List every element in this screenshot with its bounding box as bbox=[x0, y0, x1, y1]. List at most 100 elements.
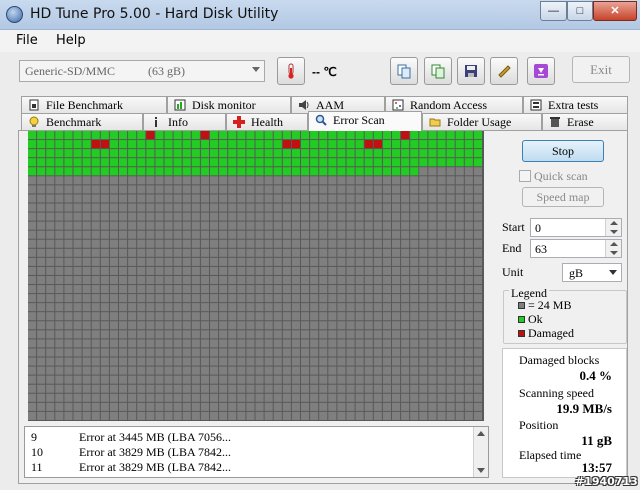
scan-block bbox=[291, 321, 300, 330]
down-arrow-icon[interactable] bbox=[610, 251, 618, 255]
tab-file-benchmark[interactable]: File Benchmark bbox=[21, 96, 167, 114]
scan-block bbox=[64, 158, 73, 167]
stepper-buttons[interactable] bbox=[605, 219, 621, 236]
scan-block bbox=[364, 339, 373, 348]
scan-block bbox=[109, 402, 118, 411]
close-button[interactable]: ✕ bbox=[593, 1, 637, 21]
scan-block bbox=[64, 348, 73, 357]
scan-block bbox=[455, 230, 464, 239]
stop-button[interactable]: Stop bbox=[522, 140, 604, 162]
scan-block bbox=[37, 266, 46, 275]
scanning-speed-label: Scanning speed bbox=[519, 386, 594, 400]
scan-block bbox=[28, 285, 37, 294]
scan-block bbox=[200, 185, 209, 194]
scan-block bbox=[119, 212, 128, 221]
scan-block bbox=[164, 212, 173, 221]
scan-block bbox=[310, 185, 319, 194]
scan-block bbox=[273, 275, 282, 285]
scan-block bbox=[64, 375, 73, 384]
scan-block bbox=[301, 257, 310, 266]
scan-block bbox=[301, 194, 310, 203]
scan-block bbox=[255, 140, 264, 149]
exit-button[interactable]: Exit bbox=[572, 56, 630, 83]
scan-block bbox=[28, 176, 37, 185]
scan-block bbox=[410, 402, 419, 411]
scan-block bbox=[164, 248, 173, 257]
error-log-list[interactable]: 9 Error at 3445 MB (LBA 7056... 10 Error… bbox=[24, 426, 489, 478]
start-stepper[interactable]: 0 bbox=[530, 218, 622, 237]
scan-block bbox=[164, 140, 173, 149]
stepper-buttons[interactable] bbox=[605, 240, 621, 257]
scan-block bbox=[146, 167, 155, 176]
menu-file[interactable]: File bbox=[16, 33, 38, 48]
tab-benchmark[interactable]: Benchmark bbox=[21, 113, 143, 131]
scan-block bbox=[346, 167, 355, 176]
scan-block bbox=[419, 303, 428, 312]
scan-block bbox=[82, 185, 91, 194]
unit-select[interactable]: gB bbox=[562, 263, 622, 282]
tab-health[interactable]: Health bbox=[226, 113, 308, 131]
scroll-down-icon[interactable] bbox=[477, 468, 485, 473]
up-arrow-icon[interactable] bbox=[610, 221, 618, 225]
wrench-icon bbox=[498, 65, 511, 78]
scan-block bbox=[82, 239, 91, 248]
copy-results-button[interactable] bbox=[424, 57, 452, 85]
down-arrow-icon[interactable] bbox=[610, 230, 618, 234]
scan-block bbox=[392, 140, 401, 149]
tab-erase[interactable]: Erase bbox=[542, 113, 628, 131]
scan-block bbox=[46, 285, 55, 294]
scan-block bbox=[137, 366, 146, 375]
temperature-button[interactable] bbox=[277, 57, 305, 85]
scan-block bbox=[228, 185, 237, 194]
drive-select[interactable]: Generic-SD/MMC (63 gB) bbox=[19, 60, 265, 82]
tab-info[interactable]: Info bbox=[143, 113, 226, 131]
title-bar[interactable]: HD Tune Pro 5.00 - Hard Disk Utility — □… bbox=[0, 0, 640, 30]
download-button[interactable] bbox=[527, 57, 555, 85]
scan-block bbox=[109, 312, 118, 321]
scan-block bbox=[310, 194, 319, 203]
scan-block bbox=[246, 384, 255, 393]
scan-block bbox=[46, 411, 55, 420]
scan-block bbox=[364, 393, 373, 402]
tab-error-scan[interactable]: Error Scan bbox=[308, 111, 422, 131]
quick-scan-checkbox[interactable] bbox=[519, 170, 531, 182]
scan-block bbox=[73, 411, 82, 420]
minimize-button[interactable]: — bbox=[540, 1, 567, 21]
tab-disk-monitor[interactable]: Disk monitor bbox=[167, 96, 291, 114]
scan-block bbox=[428, 221, 437, 230]
scan-block bbox=[382, 384, 391, 393]
menu-help[interactable]: Help bbox=[56, 33, 86, 48]
scan-block bbox=[91, 248, 100, 257]
window-title: HD Tune Pro 5.00 - Hard Disk Utility bbox=[30, 6, 279, 22]
scan-block bbox=[119, 294, 128, 303]
scan-block bbox=[37, 366, 46, 375]
scan-block bbox=[64, 384, 73, 393]
scan-block bbox=[310, 275, 319, 285]
scan-block bbox=[410, 131, 419, 140]
log-scrollbar[interactable] bbox=[473, 427, 488, 477]
options-button[interactable] bbox=[490, 57, 518, 85]
speed-map-button[interactable]: Speed map bbox=[522, 187, 604, 207]
scan-block bbox=[401, 303, 410, 312]
up-arrow-icon[interactable] bbox=[610, 242, 618, 246]
scan-block bbox=[137, 348, 146, 357]
scan-block bbox=[255, 366, 264, 375]
scan-block bbox=[182, 303, 191, 312]
scan-block bbox=[437, 140, 446, 149]
scan-block bbox=[282, 339, 291, 348]
scan-block bbox=[200, 285, 209, 294]
scan-block bbox=[401, 221, 410, 230]
scan-block bbox=[282, 275, 291, 285]
maximize-button[interactable]: □ bbox=[567, 1, 593, 21]
scan-block bbox=[410, 212, 419, 221]
scroll-up-icon[interactable] bbox=[477, 431, 485, 436]
scan-block bbox=[219, 185, 228, 194]
copy-info-button[interactable] bbox=[390, 57, 418, 85]
end-stepper[interactable]: 63 bbox=[530, 239, 622, 258]
tab-folder-usage[interactable]: Folder Usage bbox=[422, 113, 542, 131]
save-button[interactable] bbox=[457, 57, 485, 85]
scan-block bbox=[28, 158, 37, 167]
scan-block bbox=[446, 384, 455, 393]
scan-block bbox=[382, 303, 391, 312]
tab-extra-tests[interactable]: Extra tests bbox=[523, 96, 628, 114]
